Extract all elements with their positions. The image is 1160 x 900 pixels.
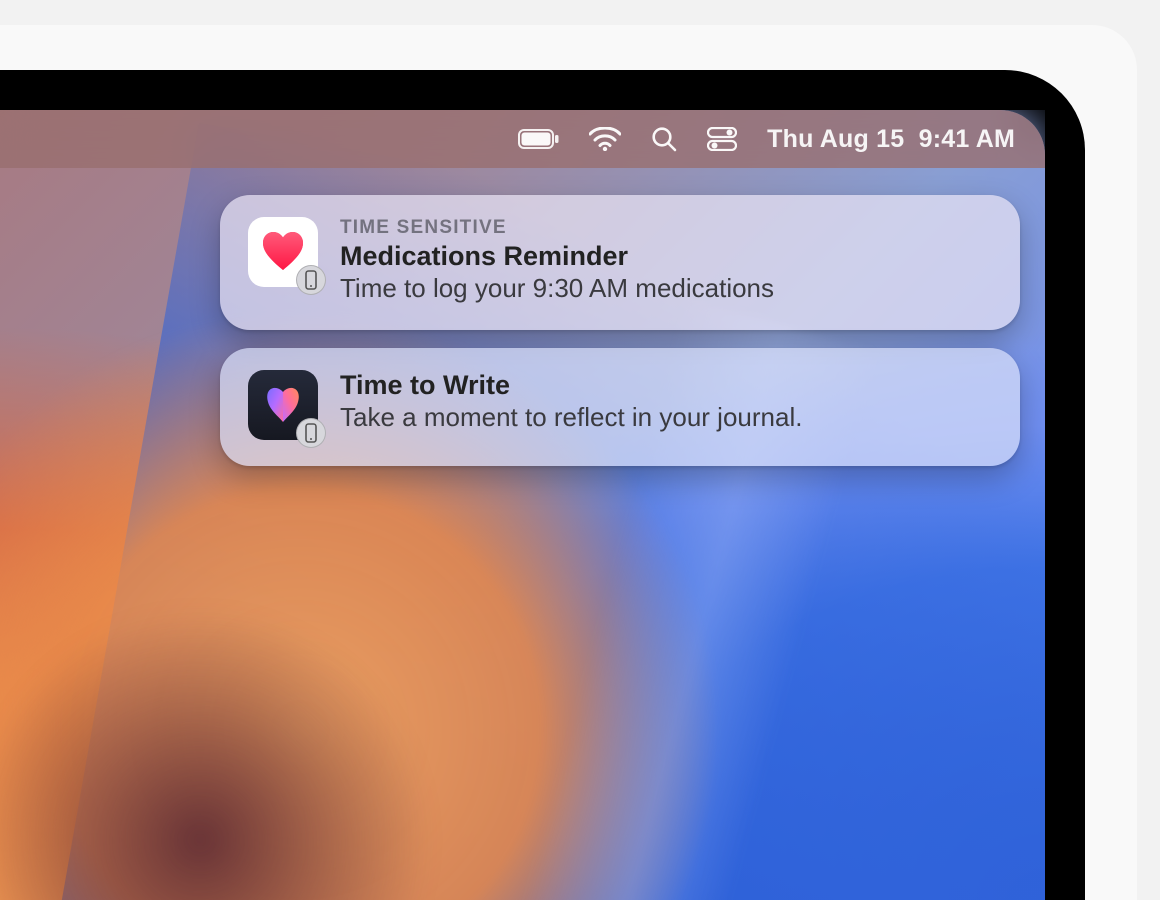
iphone-badge-icon: [296, 265, 326, 295]
control-center-icon[interactable]: [707, 127, 737, 151]
menubar-clock[interactable]: Thu Aug 15 9:41 AM: [767, 125, 1015, 154]
notification-stack: TIME SENSITIVE Medications Reminder Time…: [220, 195, 1020, 466]
notification-body: Take a moment to reflect in your journal…: [340, 402, 992, 433]
notification-journal[interactable]: Time to Write Take a moment to reflect i…: [220, 348, 1020, 466]
notification-body: Time to log your 9:30 AM medications: [340, 273, 992, 304]
battery-icon[interactable]: [518, 129, 559, 149]
notification-title: Time to Write: [340, 370, 992, 401]
iphone-badge-icon: [296, 418, 326, 448]
notification-tag: TIME SENSITIVE: [340, 217, 992, 239]
notification-title: Medications Reminder: [340, 241, 992, 272]
search-icon[interactable]: [651, 126, 677, 152]
wifi-icon[interactable]: [589, 127, 621, 151]
notification-medications[interactable]: TIME SENSITIVE Medications Reminder Time…: [220, 195, 1020, 330]
menubar: Thu Aug 15 9:41 AM: [0, 110, 1045, 168]
